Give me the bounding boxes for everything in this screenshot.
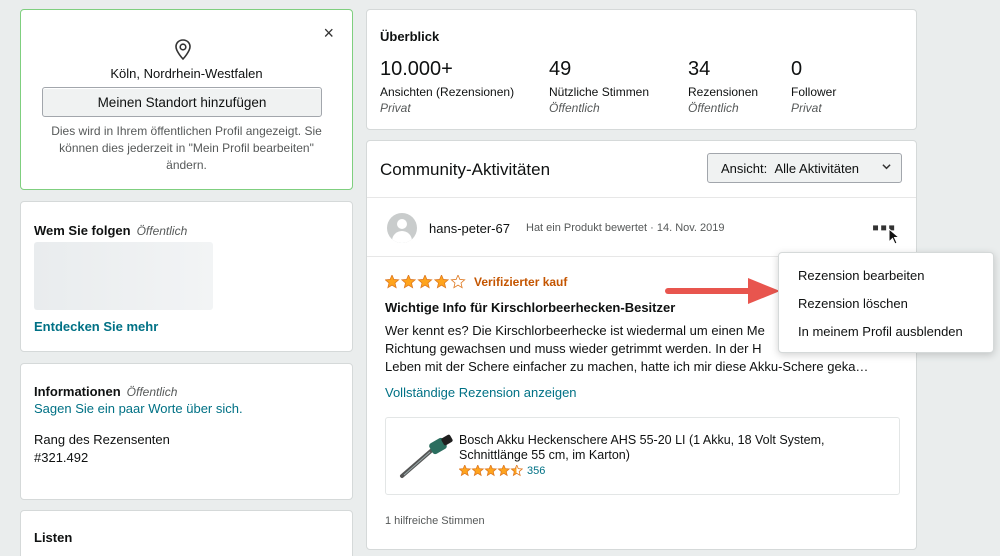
following-card: Wem Sie folgen Öffentlich Entdecken Sie m… [20, 201, 353, 352]
stat-label: Ansichten (Rezensionen) [380, 85, 515, 99]
following-visibility: Öffentlich [136, 224, 188, 238]
add-location-button[interactable]: Meinen Standort hinzufügen [42, 87, 322, 117]
helpful-votes: 1 hilfreiche Stimmen [385, 515, 485, 527]
product-rating-count[interactable]: 356 [527, 465, 545, 477]
star-rating-icon [459, 465, 523, 477]
product-rating-row: 356 [459, 465, 545, 477]
menu-item-hide-in-profile[interactable]: In meinem Profil ausblenden [798, 324, 963, 339]
view-filter-value: Alle Aktivitäten [774, 160, 860, 176]
product-title[interactable]: Bosch Akku Heckenschere AHS 55-20 LI (1 … [459, 433, 889, 463]
stat-visibility: Privat [380, 101, 411, 115]
full-review-link[interactable]: Vollständige Rezension anzeigen [385, 385, 577, 400]
star-icon [400, 275, 417, 289]
star-icon [450, 275, 466, 289]
star-icon [417, 275, 433, 289]
activity-action: Hat ein Produkt bewertet · 14. Nov. 2019 [526, 222, 725, 234]
view-filter-dropdown[interactable]: Ansicht: Alle Aktivitäten [707, 153, 902, 183]
rank-value: #321.492 [34, 450, 89, 465]
chevron-down-icon [882, 164, 891, 170]
star-icon [484, 465, 498, 477]
about-me-link[interactable]: Sagen Sie ein paar Worte über sich. [34, 401, 243, 416]
information-visibility: Öffentlich [126, 385, 178, 399]
close-icon[interactable]: × [323, 23, 334, 44]
star-icon [385, 275, 400, 289]
stat-value: 34 [688, 58, 711, 80]
star-icon [497, 465, 511, 477]
stat-views: 10.000+ Ansichten (Rezensionen) Privat [380, 58, 514, 115]
community-title: Community-Aktivitäten [380, 160, 551, 179]
overview-card: Überblick 10.000+ Ansichten (Rezensionen… [366, 9, 917, 130]
stat-value: 49 [549, 58, 572, 80]
review-options-menu: Rezension bearbeiten Rezension löschen I… [778, 252, 994, 353]
location-note: Dies wird in Ihrem öffentlichen Profil a… [51, 124, 322, 172]
view-filter-label: Ansicht: [721, 160, 768, 176]
hedge-trimmer-image [400, 434, 453, 478]
stat-value: 0 [791, 58, 803, 80]
review-line: Leben mit der Schere einfacher zu machen… [385, 359, 869, 374]
stat-followers: 0 Follower Privat [791, 58, 836, 115]
mouse-cursor-icon [888, 228, 901, 245]
stat-helpful-votes: 49 Nützliche Stimmen Öffentlich [549, 58, 649, 115]
product-card[interactable]: Bosch Akku Heckenschere AHS 55-20 LI (1 … [385, 417, 900, 495]
avatar[interactable] [387, 213, 417, 243]
rank-label: Rang des Rezensenten [34, 432, 170, 447]
following-title: Wem Sie folgen [34, 223, 131, 238]
stat-visibility: Öffentlich [549, 101, 600, 115]
activity-username[interactable]: hans-peter-67 [429, 221, 510, 236]
star-icon [459, 465, 472, 477]
stat-label: Nützliche Stimmen [549, 85, 650, 99]
star-icon [510, 465, 523, 477]
verified-purchase-badge: Verifizierter kauf [474, 275, 568, 289]
stat-reviews: 34 Rezensionen Öffentlich [688, 58, 758, 115]
location-card: × Köln, Nordrhein-Westfalen Meinen Stand… [20, 9, 353, 190]
stat-label: Follower [791, 85, 837, 99]
stat-label: Rezensionen [688, 85, 759, 99]
information-title: Informationen [34, 384, 121, 399]
lists-card: Listen [20, 510, 353, 556]
stat-visibility: Öffentlich [688, 101, 739, 115]
star-icon [433, 275, 450, 289]
activity-user-row: hans-peter-67 Hat ein Produkt bewertet ·… [367, 199, 916, 257]
location-pin-icon [175, 39, 191, 61]
lists-title: Listen [34, 530, 73, 545]
stat-value: 10.000+ [380, 58, 453, 80]
star-rating-icon [385, 275, 466, 289]
review-title: Wichtige Info für Kirschlorbeerhecken-Be… [385, 300, 676, 315]
following-placeholder [34, 242, 213, 310]
stat-visibility: Privat [791, 101, 822, 115]
menu-item-edit-review[interactable]: Rezension bearbeiten [798, 268, 924, 283]
review-rating-row: Verifizierter kauf [385, 275, 567, 289]
information-card: Informationen Öffentlich Sagen Sie ein pa… [20, 363, 353, 500]
discover-more-link[interactable]: Entdecken Sie mehr [34, 319, 158, 334]
star-icon [471, 465, 485, 477]
community-header: Community-Aktivitäten Ansicht: Alle Akti… [367, 141, 916, 198]
annotation-arrow-icon [665, 278, 780, 304]
overview-title: Überblick [380, 29, 440, 44]
menu-item-delete-review[interactable]: Rezension löschen [798, 296, 908, 311]
location-city: Köln, Nordrhein-Westfalen [110, 66, 263, 81]
reviewer-rank: Rang des Rezensenten #321.492 [34, 431, 170, 467]
